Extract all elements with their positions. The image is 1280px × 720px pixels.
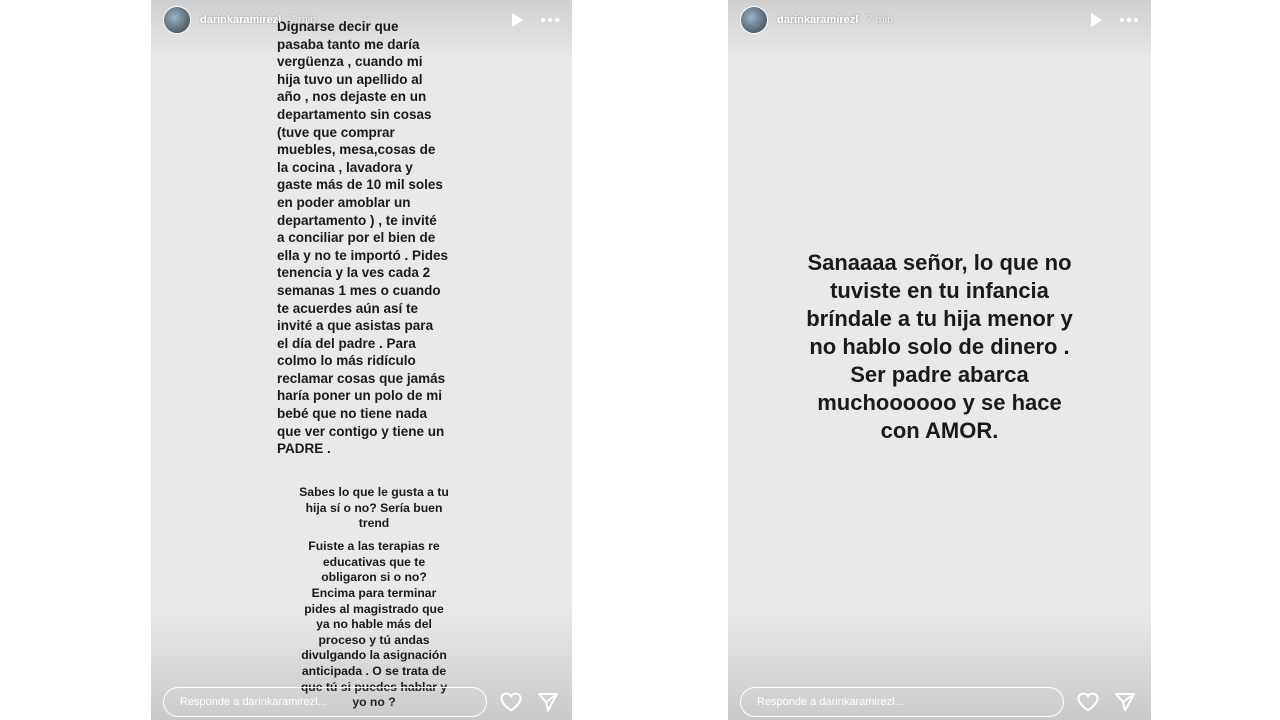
username[interactable]: darinkaramirezl	[777, 14, 858, 26]
reply-input[interactable]: Responde a darinkaramirezl...	[740, 687, 1064, 717]
reply-input[interactable]: Responde a darinkaramirezl...	[163, 687, 487, 717]
story-text-question-1: Sabes lo que le gusta a tu hija sí o no?…	[299, 485, 449, 531]
more-icon[interactable]	[1119, 17, 1139, 23]
timestamp: 7 min	[866, 14, 894, 26]
story-text-question-2: Fuiste a las terapias re educativas que …	[308, 539, 440, 585]
story-header: darinkaramirezl 7 min	[163, 6, 560, 34]
story-text-main: Sanaaaa señor, lo que no tuviste en tu i…	[806, 250, 1073, 443]
heart-icon[interactable]	[500, 692, 522, 712]
story-text-main: Dignarse decir que pasaba tanto me daría…	[277, 19, 449, 457]
story-panel-left[interactable]: Dignarse decir que pasaba tanto me daría…	[151, 0, 572, 720]
story-panel-right[interactable]: Sanaaaa señor, lo que no tuviste en tu i…	[728, 0, 1151, 720]
avatar[interactable]	[163, 6, 191, 34]
reply-placeholder: Responde a darinkaramirezl...	[757, 696, 904, 708]
story-header: darinkaramirezl 7 min	[740, 6, 1139, 34]
header-actions	[510, 12, 560, 28]
play-icon[interactable]	[510, 12, 524, 28]
send-icon[interactable]	[1114, 692, 1136, 712]
more-icon[interactable]	[540, 17, 560, 23]
play-icon[interactable]	[1089, 12, 1103, 28]
reply-actions	[1077, 692, 1136, 712]
heart-icon[interactable]	[1077, 692, 1099, 712]
username[interactable]: darinkaramirezl	[200, 14, 281, 26]
avatar[interactable]	[740, 6, 768, 34]
reply-bar: Responde a darinkaramirezl...	[163, 686, 559, 718]
reply-actions	[500, 692, 559, 712]
reply-bar: Responde a darinkaramirezl...	[740, 686, 1136, 718]
send-icon[interactable]	[537, 692, 559, 712]
reply-placeholder: Responde a darinkaramirezl...	[180, 696, 327, 708]
timestamp: 7 min	[289, 14, 317, 26]
header-actions	[1089, 12, 1139, 28]
